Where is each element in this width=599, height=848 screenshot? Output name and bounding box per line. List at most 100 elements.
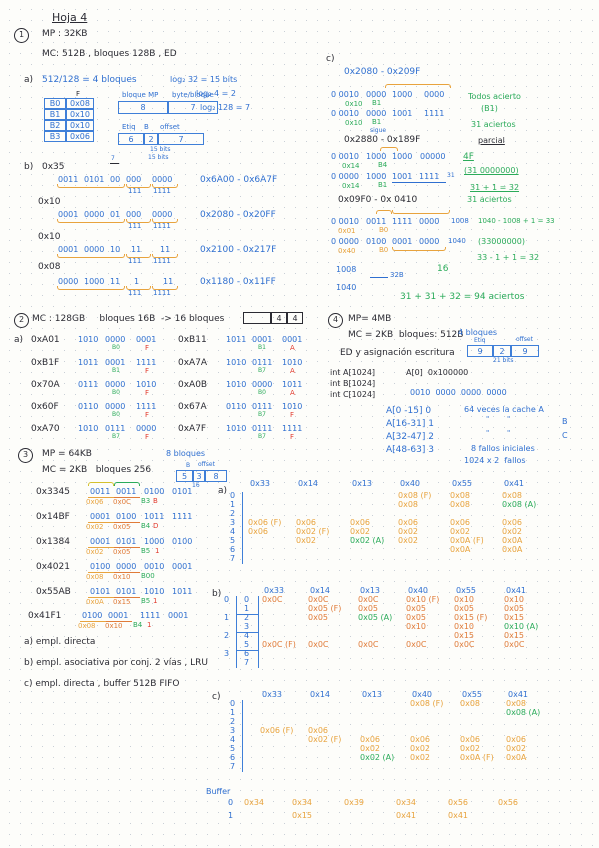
ex3-sim-b-col-0: 0x33 [264, 586, 285, 595]
sim-b-cell-5: 0x0C [308, 640, 329, 649]
sim-a-cell-1: 0x06 [248, 527, 269, 536]
ex1-b-note-top: 7 [111, 155, 115, 162]
ex3-buffer-line-1: 1 [228, 811, 234, 820]
ex3-row-4-o1: 0x0A [86, 598, 104, 606]
ex1-c-note4: parcial [478, 136, 505, 145]
ex1-b-row-3-bits-0: 0000 [58, 277, 79, 286]
ex4-ed: ED y asignación escritura [340, 348, 455, 358]
ex1-c-bracket-top-1 [380, 147, 398, 151]
sim-a-cell-3: 0x02 (F) [296, 527, 330, 536]
ex4-field-value-tag: 9 [467, 345, 493, 357]
ex4-bits: 0010 0000 0000 0000 [410, 388, 507, 397]
ex4-field-value-b: 2 [493, 345, 511, 357]
ex1-c-row3-0-bits-1: 0011 [366, 217, 387, 226]
ex1-c-row2-1-bits-2: 1001 [392, 172, 413, 181]
ex4-index-row-0: A[0 -15] 0 [386, 406, 432, 416]
sim-b-cell-8: 0x05 (A) [358, 613, 393, 622]
ex3-sim-b-set-3: 3 [224, 649, 230, 658]
ex2-right-row-4-f: F [290, 433, 295, 441]
ex1-c-row-1-bits-0: 0 0010 [331, 109, 359, 118]
ex2-right-row-3-b2: 0111 [252, 402, 273, 411]
sim-a-cell-16: 0x02 [450, 527, 471, 536]
ex1-c-label: c) [326, 54, 335, 64]
ex2-right-row-4-b3: 1111 [282, 424, 303, 433]
ex1-b-bracket-0a [57, 184, 125, 188]
ex4-field-value-offset: 9 [511, 345, 539, 357]
sim-b-cell-6: 0x0C [358, 595, 379, 604]
ex3-sim-c-line-5: 5 [230, 744, 236, 753]
ex1-b-row-2-bits-3: 11 [131, 245, 142, 254]
sim-a-cell-4: 0x02 [296, 536, 317, 545]
ex2-left-row-1-b1: 1011 [78, 358, 99, 367]
sim-a-cell-6: 0x02 [350, 527, 371, 536]
sim-a-cell-5: 0x06 [350, 518, 371, 527]
sim-a-cell-15: 0x06 [450, 518, 471, 527]
ex3-sim-c-col-4: 0x55 [462, 690, 483, 699]
ex1-c-row2-0-lab2: B4 [378, 161, 388, 169]
ex1-b-row-3-bits-3: 1 [134, 277, 140, 286]
ex1-b-row-3-sub-1: 1111 [153, 289, 171, 297]
ex2-right-row-2-addr: 0xA0B [178, 380, 208, 390]
ex2-header: MC : 128GB bloques 16B -> 16 bloques [32, 314, 225, 324]
ex2-left-row-0-addr: 0xA01 [31, 335, 60, 345]
ex1-c-left-arrow: 32B [390, 271, 404, 279]
ex1-b-row-2-bits-1: 0000 [84, 245, 105, 254]
sim-a-cell-20: 0x08 (A) [502, 500, 537, 509]
ex1-c-row2-0-lab1: 0x14 [342, 162, 360, 170]
sim-c-cell-12: 0x02 [460, 744, 481, 753]
ex1-block-row-0-name: B0 [44, 98, 66, 109]
ex3-row-5-b2: 1111 [140, 611, 161, 620]
ex1-c-title: 0x2080 - 0x209F [344, 67, 421, 77]
sim-b-cell-2: 0x0C [308, 595, 329, 604]
ex1-c-row3-0-lab1: 0x01 [338, 227, 356, 235]
ex1-c-arrow-line [370, 277, 388, 278]
ex2-left-row-3-b3: 1111 [136, 402, 157, 411]
ex2-right-row-2-b3: 1011 [282, 380, 303, 389]
ex1-b-label: b) [24, 162, 34, 172]
sim-a-cell-13: 0x08 [450, 491, 471, 500]
ex2-left-row-1-addr: 0xB1F [31, 358, 60, 368]
ex1-field-header-blockmp: bloque MP [122, 91, 159, 99]
ex1-c-row3-0-bits-2: 1111 [392, 217, 413, 226]
ex1-c-row-0-bits-3: 0000 [424, 90, 445, 99]
ex1-b-row-0-bits-2: 00 [110, 175, 121, 184]
ex1-b-bracket-2a [57, 254, 125, 258]
sim-b-cell-21: 0x10 [504, 595, 525, 604]
sim-b-cell-10: 0x10 (F) [406, 595, 440, 604]
ex3-row-1-o2: 0x05 [113, 523, 131, 531]
ex3-row-2-r: 1 [155, 547, 160, 555]
ex1-c-left1: 1008 [336, 265, 357, 274]
ex3-sim-a-axis [242, 492, 243, 564]
ex1-c-row2-1-bits-1: 1000 [366, 172, 387, 181]
ex1-c-row3-0-lab2: B0 [379, 226, 389, 234]
ex1-c-left2: 1040 [336, 283, 357, 292]
ex2-left-row-4-addr: 0xA70 [31, 424, 60, 434]
ex3-row-0-addr: 0x3345 [36, 487, 70, 497]
ex3-buffer-line-0: 0 [228, 798, 234, 807]
sim-a-cell-11: 0x02 [398, 527, 419, 536]
ex3-row-1-b0: 0001 [90, 512, 111, 521]
sim-c-buffer-cell-2: 0x15 [292, 811, 313, 820]
ex3-row-0-b0: 0011 [90, 487, 111, 496]
ex1-c-bracket-top-2 [376, 210, 392, 214]
ex2-left-row-0-b1: 1010 [78, 335, 99, 344]
ex4-index-row-3: A[48-63] 3 [386, 445, 434, 455]
ex1-c-row-0-bits-2: 1000 [392, 90, 413, 99]
ex3-sim-a-line-3: 3 [230, 518, 236, 527]
ex3-row-2-b2: 1000 [144, 537, 165, 546]
ex1-c-calc5: 33 - 1 + 1 = 32 [477, 253, 540, 262]
ex1-b-row-1-bits-4: 0000 [152, 210, 173, 219]
ex2-left-row-0-f: F [145, 344, 150, 352]
ex2-left-row-2-tag: B0 [112, 389, 120, 396]
ex1-c-row-1-bits-2: 1001 [392, 109, 413, 118]
ex1-a-calc: 512/128 = 4 bloques [42, 75, 137, 85]
ex4-ditto-1: " " [486, 415, 511, 423]
ex1-c-row3-0-bits-0: 0 0010 [331, 217, 359, 226]
ex3-row-1-b1: 0100 [116, 512, 137, 521]
ex3-row-1-o1: 0x02 [86, 523, 104, 531]
ex1-c-row2-1-bits-0: 0 0000 [331, 172, 359, 181]
ex1-b-bracket-1a [57, 219, 125, 223]
ex1-b-row-0-range: 0x6A00 - 0x6A7F [200, 175, 278, 185]
ex1-b-row-1-sub-1: 1111 [153, 222, 171, 230]
ex3-sim-c-line-3: 3 [230, 726, 236, 735]
